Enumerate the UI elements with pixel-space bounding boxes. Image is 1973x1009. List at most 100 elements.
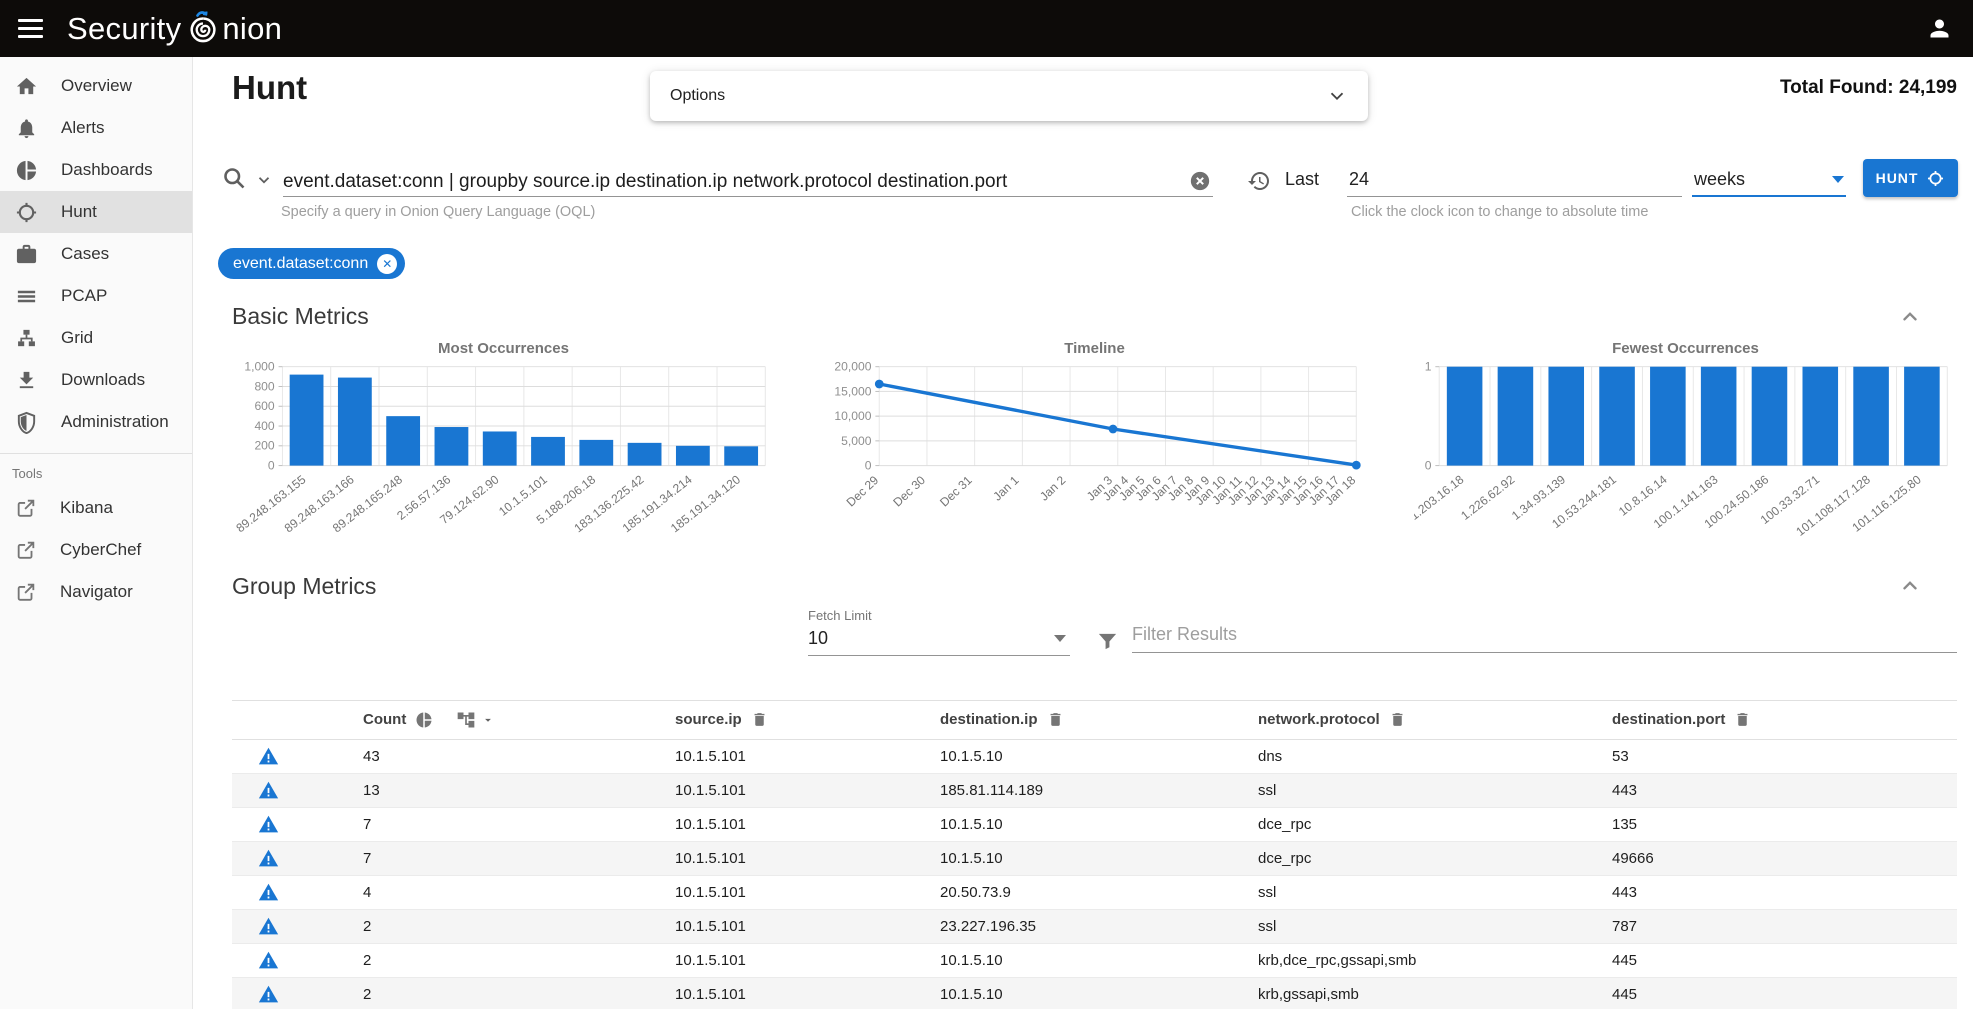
- sidebar-item-downloads[interactable]: Downloads: [0, 359, 192, 401]
- sidebar-item-cyberchef[interactable]: CyberChef: [0, 529, 192, 571]
- chart-title: Most Occurrences: [232, 340, 775, 357]
- clock-history-icon[interactable]: [1247, 169, 1271, 193]
- sidebar-item-pcap[interactable]: PCAP: [0, 275, 192, 317]
- query-input[interactable]: event.dataset:conn | groupby source.ip d…: [283, 170, 1213, 197]
- sidebar-item-navigator[interactable]: Navigator: [0, 571, 192, 613]
- cell-count: 2: [363, 918, 675, 935]
- sidebar-item-label: Overview: [61, 76, 132, 96]
- sidebar-item-cases[interactable]: Cases: [0, 233, 192, 275]
- bell-icon: [15, 117, 38, 140]
- warning-icon[interactable]: [232, 848, 363, 869]
- table-row[interactable]: 2 10.1.5.101 10.1.5.10 krb,gssapi,smb 44…: [232, 978, 1957, 1009]
- trash-icon[interactable]: [1047, 711, 1064, 728]
- sidebar-item-overview[interactable]: Overview: [0, 65, 192, 107]
- hunt-button-label: HUNT: [1876, 170, 1919, 186]
- column-label: destination.ip: [940, 711, 1038, 728]
- chart-canvas: 02004006008001,00089.248.163.15589.248.1…: [232, 357, 775, 549]
- filter-chip[interactable]: event.dataset:conn ✕: [218, 248, 405, 279]
- table-row[interactable]: 2 10.1.5.101 10.1.5.10 krb,dce_rpc,gssap…: [232, 944, 1957, 978]
- cell-source-ip: 10.1.5.101: [675, 952, 940, 969]
- table-row[interactable]: 2 10.1.5.101 23.227.196.35 ssl 787: [232, 910, 1957, 944]
- table-row[interactable]: 13 10.1.5.101 185.81.114.189 ssl 443: [232, 774, 1957, 808]
- last-label: Last: [1285, 169, 1319, 190]
- svg-text:1.203.16.18: 1.203.16.18: [1414, 472, 1467, 523]
- sidebar-item-kibana[interactable]: Kibana: [0, 487, 192, 529]
- table-row[interactable]: 7 10.1.5.101 10.1.5.10 dce_rpc 135: [232, 808, 1957, 842]
- warning-icon[interactable]: [232, 984, 363, 1005]
- collapse-chevron-up-icon[interactable]: [1899, 306, 1921, 328]
- table-row[interactable]: 4 10.1.5.101 20.50.73.9 ssl 443: [232, 876, 1957, 910]
- cell-network-protocol: dns: [1258, 748, 1612, 765]
- warning-icon[interactable]: [232, 814, 363, 835]
- cell-network-protocol: ssl: [1258, 918, 1612, 935]
- svg-text:Jan 2: Jan 2: [1037, 473, 1068, 504]
- table-row[interactable]: 7 10.1.5.101 10.1.5.10 dce_rpc 49666: [232, 842, 1957, 876]
- warning-icon[interactable]: [232, 916, 363, 937]
- svg-text:10,000: 10,000: [834, 409, 871, 423]
- sidebar-item-hunt[interactable]: Hunt: [0, 191, 192, 233]
- trash-icon[interactable]: [1389, 711, 1406, 728]
- cell-count: 2: [363, 986, 675, 1003]
- chart-title: Timeline: [823, 340, 1366, 357]
- sidebar-tools-label: Tools: [0, 458, 192, 487]
- sidebar-item-grid[interactable]: Grid: [0, 317, 192, 359]
- sidebar-item-alerts[interactable]: Alerts: [0, 107, 192, 149]
- svg-text:0: 0: [865, 458, 872, 472]
- cell-count: 43: [363, 748, 675, 765]
- warning-icon[interactable]: [232, 780, 363, 801]
- lines-icon: [15, 285, 38, 308]
- dropdown-arrow-icon[interactable]: [481, 713, 495, 727]
- warning-icon[interactable]: [232, 882, 363, 903]
- query-history-chevron-icon[interactable]: [255, 171, 273, 189]
- sidebar-item-administration[interactable]: Administration: [0, 401, 192, 443]
- svg-text:Jan 1: Jan 1: [990, 473, 1021, 504]
- group-metrics-header: Group Metrics: [232, 573, 1921, 600]
- sidebar-item-dashboards[interactable]: Dashboards: [0, 149, 192, 191]
- trash-icon[interactable]: [751, 711, 768, 728]
- menu-icon[interactable]: [18, 19, 43, 38]
- svg-text:0: 0: [268, 458, 275, 472]
- svg-text:5,000: 5,000: [841, 434, 872, 448]
- sidebar-item-label: Kibana: [60, 498, 113, 518]
- duration-hint: Click the clock icon to change to absolu…: [1351, 204, 1648, 220]
- page-title: Hunt: [232, 69, 307, 107]
- group-tree-icon[interactable]: [456, 710, 476, 730]
- filter-chip-label: event.dataset:conn: [233, 255, 368, 273]
- user-account-icon[interactable]: [1926, 15, 1953, 42]
- cell-source-ip: 10.1.5.101: [675, 986, 940, 1003]
- remove-filter-icon[interactable]: ✕: [377, 254, 397, 274]
- cell-destination-ip: 10.1.5.10: [940, 952, 1258, 969]
- filter-results-input[interactable]: Filter Results: [1132, 624, 1957, 653]
- fetch-limit-select[interactable]: Fetch Limit 10: [808, 608, 1070, 656]
- network-icon: [15, 327, 38, 350]
- duration-input[interactable]: 24: [1347, 169, 1682, 197]
- cell-source-ip: 10.1.5.101: [675, 748, 940, 765]
- column-header-network-protocol: network.protocol: [1258, 711, 1612, 728]
- column-label: Count: [363, 711, 406, 728]
- total-found: Total Found: 24,199: [1780, 77, 1957, 99]
- fetch-limit-label: Fetch Limit: [808, 608, 1070, 623]
- column-header-source-ip: source.ip: [675, 711, 940, 728]
- table-row[interactable]: 43 10.1.5.101 10.1.5.10 dns 53: [232, 740, 1957, 774]
- main-content: Hunt Options Total Found: 24,199 event.d…: [193, 57, 1973, 1009]
- query-bar: event.dataset:conn | groupby source.ip d…: [219, 159, 1959, 197]
- cell-destination-port: 787: [1612, 918, 1957, 935]
- pie-chart-icon[interactable]: [415, 711, 433, 729]
- table-header-row: Count source.ip destination.ip: [232, 701, 1957, 740]
- column-header-destination-ip: destination.ip: [940, 711, 1258, 728]
- cell-destination-port: 135: [1612, 816, 1957, 833]
- warning-icon[interactable]: [232, 746, 363, 767]
- options-dropdown[interactable]: Options: [650, 71, 1368, 121]
- collapse-chevron-up-icon[interactable]: [1899, 575, 1921, 597]
- hunt-button[interactable]: HUNT: [1863, 159, 1958, 197]
- warning-icon[interactable]: [232, 950, 363, 971]
- time-unit-select[interactable]: weeks: [1692, 169, 1846, 197]
- trash-icon[interactable]: [1734, 711, 1751, 728]
- clear-query-icon[interactable]: [1189, 170, 1211, 192]
- options-label: Options: [670, 87, 725, 105]
- home-icon: [15, 75, 38, 98]
- security-onion-logo: Security nion: [67, 10, 282, 48]
- cell-source-ip: 10.1.5.101: [675, 816, 940, 833]
- crosshair-icon: [1926, 169, 1945, 188]
- svg-text:800: 800: [254, 379, 274, 393]
